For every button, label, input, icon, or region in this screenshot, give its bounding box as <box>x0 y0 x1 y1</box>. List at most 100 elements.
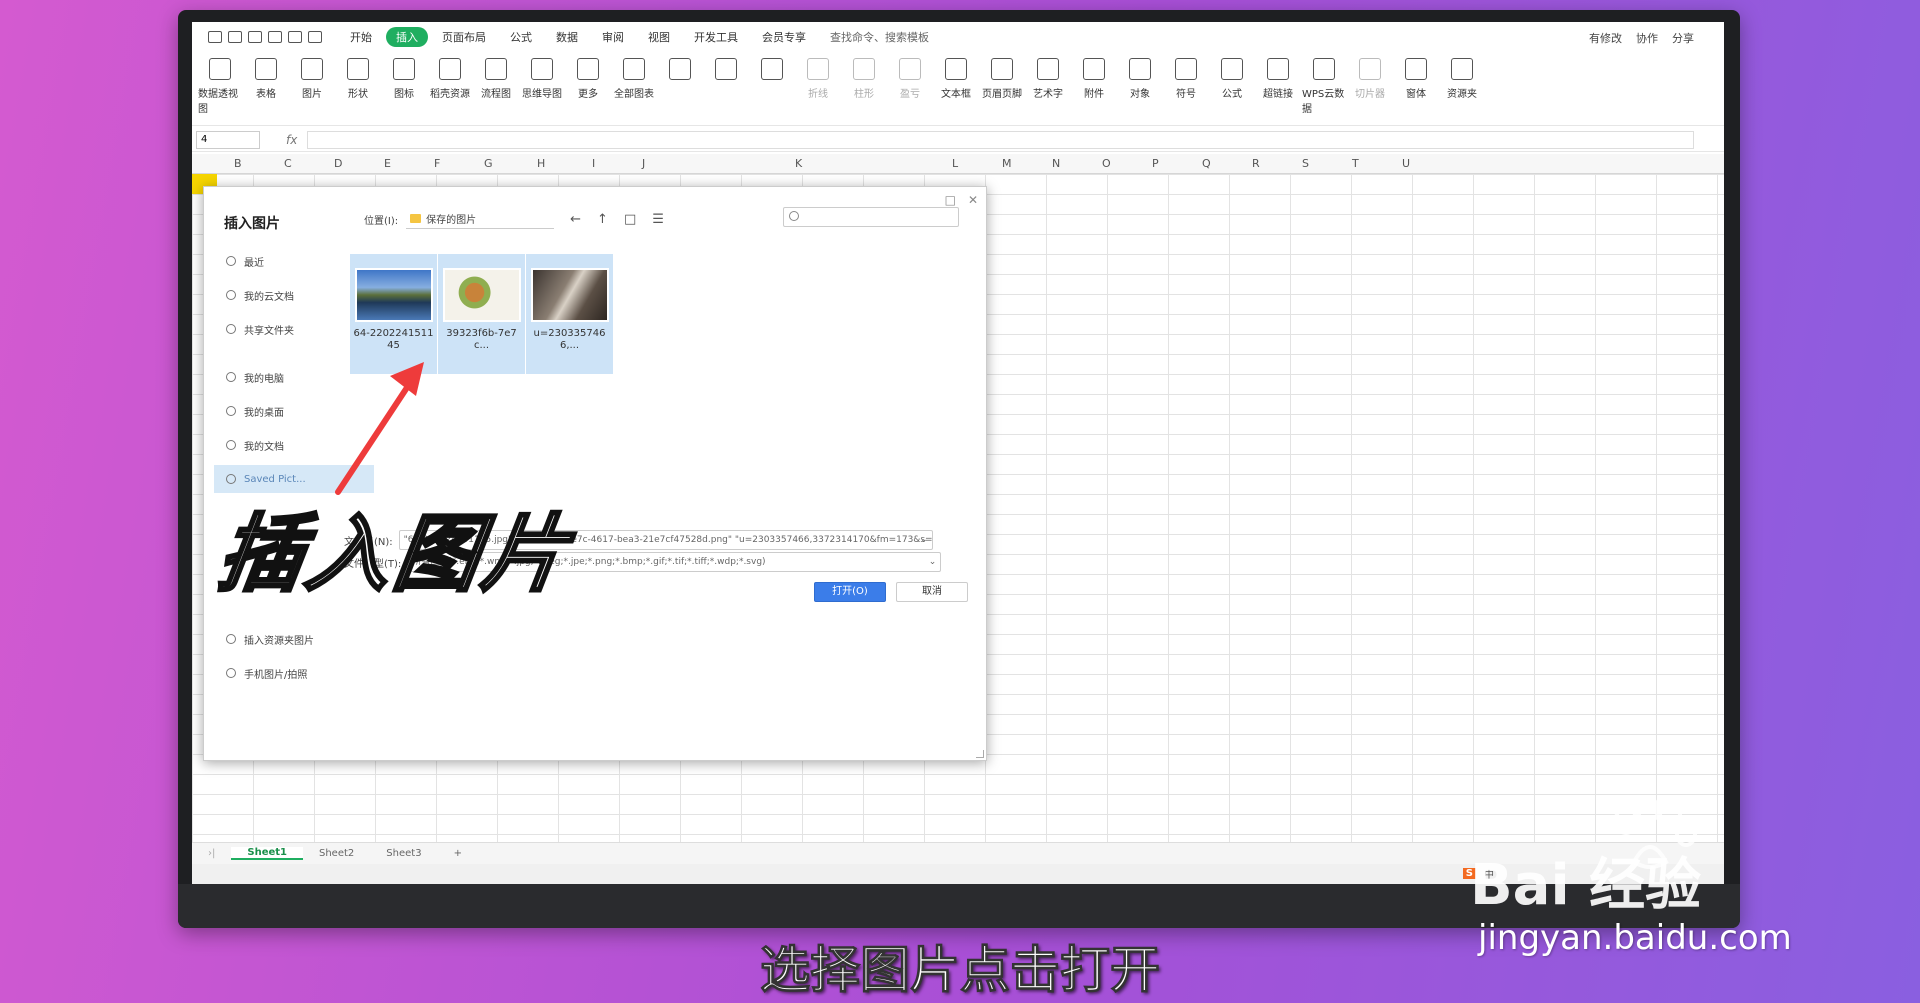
hyperlink-tool[interactable]: 超链接 <box>1256 54 1300 100</box>
tab-member[interactable]: 会员专享 <box>752 27 816 47</box>
column-header[interactable]: T <box>1352 157 1359 170</box>
file-item[interactable]: 64-220224151145 <box>349 254 437 374</box>
flowchart-tool[interactable]: 流程图 <box>474 54 518 100</box>
shape-tool[interactable]: 形状 <box>336 54 380 100</box>
chart-type-tool[interactable] <box>750 54 794 85</box>
mindmap-icon <box>531 58 553 80</box>
column-header[interactable]: P <box>1152 157 1159 170</box>
equation-tool[interactable]: 公式 <box>1210 54 1254 100</box>
dialog-sidebar-bottom: 插入资源夹图片 手机图片/拍照 <box>214 625 374 693</box>
column-header[interactable]: Q <box>1202 157 1211 170</box>
resource-folder-tool[interactable]: 资源夹 <box>1440 54 1484 100</box>
tab-review[interactable]: 审阅 <box>592 27 634 47</box>
close-icon[interactable]: ✕ <box>968 193 978 207</box>
new-doc-icon[interactable] <box>208 31 222 43</box>
print-icon[interactable] <box>248 31 262 43</box>
column-header[interactable]: H <box>537 157 545 170</box>
resize-grip[interactable] <box>976 750 984 758</box>
illustration-thumbnail <box>442 268 521 322</box>
chevron-down-icon[interactable]: ⌄ <box>920 531 928 549</box>
table-tool[interactable]: 表格 <box>244 54 288 100</box>
file-item[interactable]: 39323f6b-7e7c... <box>437 254 525 374</box>
sparkline-line-tool[interactable]: 折线 <box>796 54 840 100</box>
column-header[interactable]: U <box>1402 157 1410 170</box>
column-header[interactable]: O <box>1102 157 1111 170</box>
phone-picture[interactable]: 手机图片/拍照 <box>214 659 374 687</box>
sparkline-column-icon <box>853 58 875 80</box>
location-select[interactable]: 保存的图片 <box>406 209 555 229</box>
tab-formulas[interactable]: 公式 <box>500 27 542 47</box>
column-header[interactable]: S <box>1302 157 1309 170</box>
docer-resource-tool[interactable]: 稻壳资源 <box>428 54 472 100</box>
object-tool[interactable]: 对象 <box>1118 54 1162 100</box>
sparkline-column-tool[interactable]: 柱形 <box>842 54 886 100</box>
tab-view[interactable]: 视图 <box>638 27 680 47</box>
column-header[interactable]: G <box>484 157 493 170</box>
name-box[interactable]: 4 <box>196 130 260 149</box>
save-icon[interactable] <box>228 31 242 43</box>
tab-developer[interactable]: 开发工具 <box>684 27 748 47</box>
tab-home[interactable]: 开始 <box>340 27 382 47</box>
form-tool[interactable]: 窗体 <box>1394 54 1438 100</box>
column-header[interactable]: I <box>592 157 595 170</box>
column-header[interactable]: E <box>384 157 391 170</box>
redo-icon[interactable] <box>308 31 322 43</box>
column-header[interactable]: K <box>795 157 802 170</box>
column-header[interactable]: L <box>952 157 958 170</box>
cancel-button[interactable]: 取消 <box>896 582 968 602</box>
chart-type-tool[interactable] <box>704 54 748 85</box>
open-button[interactable]: 打开(O) <box>814 582 886 602</box>
textbox-tool[interactable]: 文本框 <box>934 54 978 100</box>
column-header[interactable]: C <box>284 157 292 170</box>
sheet-tab[interactable]: Sheet1 <box>231 847 303 860</box>
print-preview-icon[interactable] <box>268 31 282 43</box>
sheet-nav-icon[interactable]: ›| <box>192 848 231 859</box>
all-charts-tool[interactable]: 全部图表 <box>612 54 656 100</box>
new-folder-icon[interactable]: □ <box>624 212 636 227</box>
share-button[interactable]: 分享 <box>1672 30 1694 46</box>
column-header[interactable]: D <box>334 157 342 170</box>
command-search[interactable]: 查找命令、搜索模板 <box>830 29 929 45</box>
modified-status[interactable]: 有修改 <box>1589 30 1622 46</box>
column-header[interactable]: R <box>1252 157 1260 170</box>
up-arrow-icon[interactable]: ↑ <box>597 212 608 227</box>
chevron-down-icon[interactable]: ⌄ <box>929 553 937 571</box>
collaborate-button[interactable]: 协作 <box>1636 30 1658 46</box>
attachment-tool[interactable]: 附件 <box>1072 54 1116 100</box>
wordart-tool[interactable]: 艺术字 <box>1026 54 1070 100</box>
column-header[interactable]: M <box>1002 157 1012 170</box>
maximize-icon[interactable]: □ <box>945 193 956 207</box>
sheet-tab[interactable]: Sheet2 <box>303 848 370 859</box>
pivot-chart-tool[interactable]: 数据透视图 <box>198 54 242 115</box>
mindmap-tool[interactable]: 思维导图 <box>520 54 564 100</box>
file-item[interactable]: u=2303357466,... <box>525 254 613 374</box>
tab-page-layout[interactable]: 页面布局 <box>432 27 496 47</box>
dialog-search-input[interactable] <box>783 207 959 227</box>
tab-data[interactable]: 数据 <box>546 27 588 47</box>
column-header[interactable]: J <box>642 157 645 170</box>
wordart-icon <box>1037 58 1059 80</box>
sheet-tab[interactable]: Sheet3 <box>370 848 437 859</box>
tab-insert[interactable]: 插入 <box>386 27 428 47</box>
slicer-tool[interactable]: 切片器 <box>1348 54 1392 100</box>
column-header[interactable]: F <box>434 157 440 170</box>
view-mode-icon[interactable]: ☰ <box>652 212 664 227</box>
symbol-tool[interactable]: 符号 <box>1164 54 1208 100</box>
header-footer-tool[interactable]: 页眉页脚 <box>980 54 1024 100</box>
sparkline-winloss-tool[interactable]: 盈亏 <box>888 54 932 100</box>
tool-label: 附件 <box>1084 89 1104 100</box>
column-header[interactable]: N <box>1052 157 1060 170</box>
formula-input[interactable] <box>307 130 1694 149</box>
subtitle-caption: 选择图片点击打开 <box>760 941 1161 1000</box>
column-header[interactable]: B <box>234 157 242 170</box>
picture-tool[interactable]: 图片 <box>290 54 334 100</box>
undo-icon[interactable] <box>288 31 302 43</box>
chart-type-tool[interactable] <box>658 54 702 85</box>
add-sheet-icon[interactable]: + <box>438 848 478 859</box>
insert-resource-picture[interactable]: 插入资源夹图片 <box>214 625 374 653</box>
icon-tool[interactable]: 图标 <box>382 54 426 100</box>
back-arrow-icon[interactable]: ← <box>570 212 581 227</box>
wps-cloud-data-tool[interactable]: WPS云数据 <box>1302 54 1346 115</box>
more-tool[interactable]: 更多 <box>566 54 610 100</box>
fx-icon[interactable]: fx <box>286 133 297 147</box>
